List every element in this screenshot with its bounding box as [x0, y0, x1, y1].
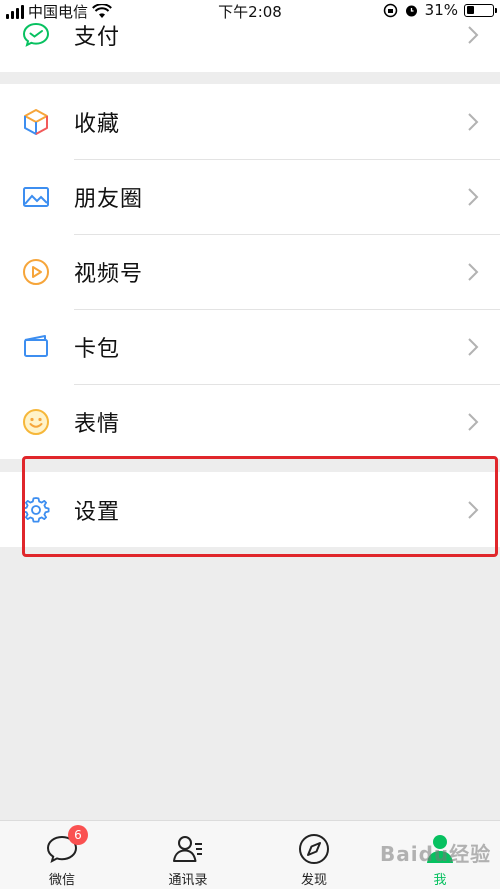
menu-row-favorites[interactable]: 收藏	[0, 84, 500, 159]
tab-label-me: 我	[433, 873, 447, 888]
discover-group: 收藏 朋友圈 视频号 卡包 表情	[0, 84, 500, 459]
chevron-right-icon	[468, 112, 479, 131]
tab-chats[interactable]: 6 微信	[12, 821, 112, 889]
chevron-right-icon	[468, 412, 479, 431]
tab-label-discover: 发现	[300, 873, 327, 888]
compass-icon	[296, 831, 332, 867]
chevron-right-icon	[468, 187, 479, 206]
favorites-cube-icon	[20, 106, 52, 138]
settings-highlight-box	[22, 456, 498, 557]
status-bar: 中国电信 下午2:08 31%	[0, 0, 500, 22]
chevron-right-icon	[468, 26, 479, 44]
battery-fill	[466, 6, 475, 14]
chevron-right-icon	[468, 337, 479, 356]
card-wallet-icon	[20, 331, 52, 363]
menu-label-channels: 视频号	[74, 261, 144, 287]
menu-label-moments: 朋友圈	[74, 186, 144, 212]
contacts-icon	[170, 831, 206, 867]
alarm-icon	[405, 5, 417, 16]
unread-badge: 6	[68, 825, 88, 845]
chevron-right-icon	[468, 262, 479, 281]
tab-label-contacts: 通讯录	[168, 873, 208, 888]
menu-row-channels[interactable]: 视频号	[0, 234, 500, 309]
tab-discover[interactable]: 发现	[264, 821, 364, 889]
menu-row-card-wallet[interactable]: 卡包	[0, 309, 500, 384]
menu-label-pay: 支付	[74, 25, 121, 50]
menu-row-stickers[interactable]: 表情	[0, 384, 500, 459]
status-bar-right: 31%	[383, 1, 497, 19]
watermark: Baidu经验	[380, 842, 492, 866]
menu-label-favorites: 收藏	[74, 111, 121, 137]
menu-row-moments[interactable]: 朋友圈	[0, 159, 500, 234]
tab-label-chats: 微信	[48, 873, 75, 888]
tab-contacts[interactable]: 通讯录	[138, 821, 238, 889]
battery-percent: 31%	[424, 1, 458, 19]
battery-icon	[464, 3, 497, 17]
orientation-lock-icon	[383, 3, 397, 17]
menu-label-card-wallet: 卡包	[74, 336, 121, 362]
moments-photo-icon	[20, 181, 52, 213]
sticker-smile-icon	[20, 406, 52, 438]
menu-label-stickers: 表情	[74, 411, 121, 437]
wechat-pay-icon	[20, 19, 52, 51]
chat-bubble-icon: 6	[44, 825, 88, 867]
channels-play-icon	[20, 256, 52, 288]
